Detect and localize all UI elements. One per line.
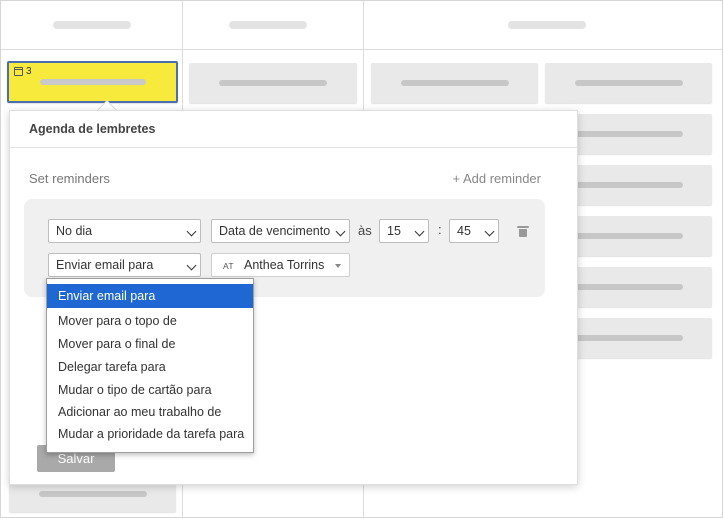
avatar: AT xyxy=(223,261,234,271)
card-title-placeholder xyxy=(575,335,683,341)
column-header-placeholder xyxy=(508,21,586,29)
modal-divider xyxy=(10,147,577,148)
board-card[interactable] xyxy=(545,63,712,103)
card-badge: 3 xyxy=(14,66,32,77)
active-card[interactable]: 3 xyxy=(7,61,178,103)
card-badge-count: 3 xyxy=(26,66,32,77)
hour-select-value: 15 xyxy=(387,224,401,238)
at-label: às xyxy=(358,223,372,238)
board-card[interactable] xyxy=(371,63,538,103)
card-title-placeholder xyxy=(574,80,683,86)
card-title-placeholder xyxy=(575,182,683,188)
card-title-placeholder xyxy=(400,80,509,86)
dropdown-option[interactable]: Mover para o topo de xyxy=(47,310,253,332)
board-header-row xyxy=(1,1,723,50)
chevron-down-icon xyxy=(186,260,197,271)
dropdown-option[interactable]: Adicionar ao meu trabalho de xyxy=(47,401,253,423)
trash-icon[interactable] xyxy=(517,226,529,237)
dropdown-option[interactable]: Mudar o tipo de cartão para xyxy=(47,379,253,401)
chevron-down-icon xyxy=(414,226,425,237)
dropdown-option[interactable]: Enviar email para xyxy=(47,284,253,308)
minute-select[interactable]: 45 xyxy=(449,219,499,243)
assignee-select[interactable]: AT Anthea Torrins xyxy=(211,253,350,277)
card-title-placeholder xyxy=(219,80,327,86)
date-field-select[interactable]: Data de vencimento xyxy=(211,219,350,243)
dropdown-option[interactable]: Mudar a prioridade da tarefa para xyxy=(47,423,253,445)
card-title-placeholder xyxy=(575,284,683,290)
date-field-select-value: Data de vencimento xyxy=(219,224,331,238)
card-title-placeholder xyxy=(575,131,683,137)
when-select-value: No dia xyxy=(56,224,93,238)
dropdown-option[interactable]: Delegar tarefa para xyxy=(47,356,253,378)
action-select[interactable]: Enviar email para xyxy=(48,253,201,277)
modal-title: Agenda de lembretes xyxy=(29,122,156,136)
hour-select[interactable]: 15 xyxy=(379,219,429,243)
column-header-placeholder xyxy=(229,21,307,29)
caret-down-icon xyxy=(335,264,341,268)
calendar-icon xyxy=(14,67,23,76)
add-reminder-button[interactable]: + Add reminder xyxy=(452,171,541,186)
card-title-placeholder xyxy=(39,79,146,85)
chevron-down-icon xyxy=(484,226,495,237)
board-card[interactable] xyxy=(189,63,357,103)
column-header-placeholder xyxy=(53,21,131,29)
card-title-placeholder xyxy=(39,491,147,497)
minute-select-value: 45 xyxy=(457,224,471,238)
action-select-value: Enviar email para xyxy=(56,258,154,272)
card-title-placeholder xyxy=(575,233,683,239)
when-select[interactable]: No dia xyxy=(48,219,201,243)
set-reminders-label: Set reminders xyxy=(29,171,110,186)
chevron-down-icon xyxy=(335,226,346,237)
action-dropdown-list: Enviar email para Mover para o topo de M… xyxy=(46,278,254,453)
assignee-name: Anthea Torrins xyxy=(244,258,325,272)
time-separator: : xyxy=(438,222,442,237)
chevron-down-icon xyxy=(186,226,197,237)
dropdown-option[interactable]: Mover para o final de xyxy=(47,333,253,355)
